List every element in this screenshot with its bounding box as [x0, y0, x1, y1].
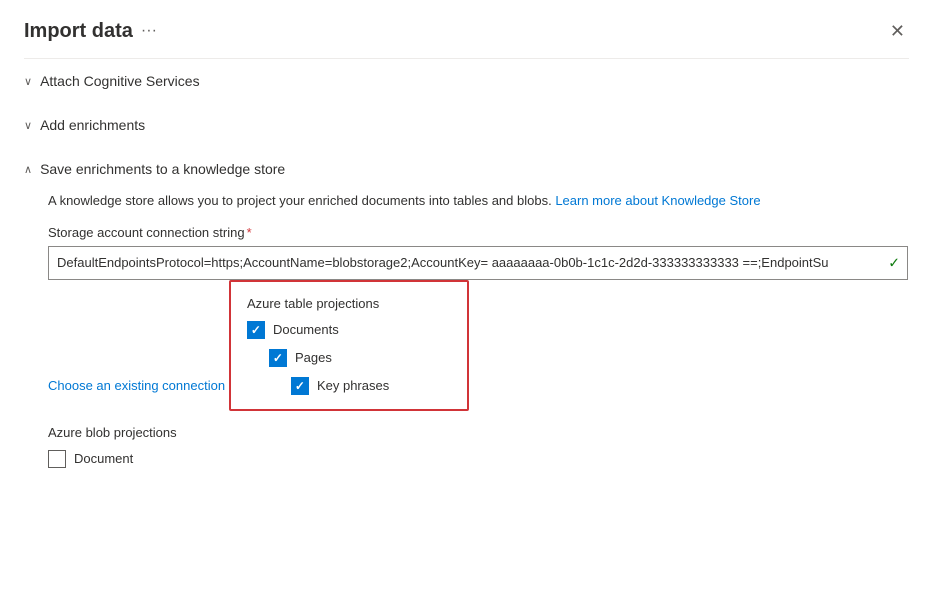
add-enrichments-section: ∨ Add enrichments — [0, 103, 933, 147]
panel-header: Import data ··· ✕ — [0, 0, 933, 58]
azure-blob-title: Azure blob projections — [48, 425, 909, 440]
description-main: A knowledge store allows you to project … — [48, 193, 552, 208]
save-enrichments-header[interactable]: ∧ Save enrichments to a knowledge store — [24, 147, 909, 191]
field-label-text: Storage account connection string — [48, 225, 245, 240]
required-star: * — [247, 225, 252, 240]
attach-cognitive-header[interactable]: ∨ Attach Cognitive Services — [24, 59, 909, 103]
checkbox-key-phrases[interactable]: ✓ — [291, 377, 309, 395]
checkbox-pages[interactable]: ✓ — [269, 349, 287, 367]
save-enrichments-section: ∧ Save enrichments to a knowledge store … — [0, 147, 933, 484]
checkbox-label-documents: Documents — [273, 322, 339, 337]
add-enrichments-header[interactable]: ∨ Add enrichments — [24, 103, 909, 147]
field-label: Storage account connection string* — [48, 225, 909, 240]
learn-more-link[interactable]: Learn more about Knowledge Store — [555, 193, 760, 208]
check-mark-key-phrases: ✓ — [295, 380, 305, 392]
choose-connection-link[interactable]: Choose an existing connection — [48, 378, 225, 393]
checkbox-row-document-blob: Document — [48, 450, 909, 468]
panel-title: Import data — [24, 20, 133, 43]
save-enrichments-label: Save enrichments to a knowledge store — [40, 161, 285, 177]
checkbox-label-key-phrases: Key phrases — [317, 378, 389, 393]
azure-blob-projections-section: Azure blob projections Document — [48, 425, 909, 468]
azure-table-projections-box: Azure table projections ✓ Documents ✓ Pa… — [229, 280, 469, 411]
azure-table-title: Azure table projections — [247, 296, 451, 311]
save-enrichments-content: A knowledge store allows you to project … — [24, 191, 909, 484]
connection-string-input[interactable] — [48, 246, 908, 280]
panel-menu-icon[interactable]: ··· — [141, 22, 157, 40]
attach-cognitive-label: Attach Cognitive Services — [40, 73, 200, 89]
checkbox-documents[interactable]: ✓ — [247, 321, 265, 339]
checkbox-label-document-blob: Document — [74, 451, 133, 466]
close-button[interactable]: ✕ — [886, 18, 909, 44]
input-valid-icon: ✓ — [888, 254, 900, 271]
import-data-panel: Import data ··· ✕ ∨ Attach Cognitive Ser… — [0, 0, 933, 610]
connection-string-wrapper: ✓ — [48, 246, 908, 280]
checkbox-label-pages: Pages — [295, 350, 332, 365]
check-mark-documents: ✓ — [251, 324, 261, 336]
check-mark-pages: ✓ — [273, 352, 283, 364]
checkbox-row-pages: ✓ Pages — [269, 349, 451, 367]
checkbox-document-blob[interactable] — [48, 450, 66, 468]
add-enrichments-label: Add enrichments — [40, 117, 145, 133]
collapse-chevron-save: ∧ — [24, 163, 32, 176]
collapse-chevron-enrichments: ∨ — [24, 119, 32, 132]
collapse-chevron-attach: ∨ — [24, 75, 32, 88]
attach-cognitive-section: ∨ Attach Cognitive Services — [0, 59, 933, 103]
checkbox-row-key-phrases: ✓ Key phrases — [291, 377, 451, 395]
description-text: A knowledge store allows you to project … — [48, 191, 909, 211]
panel-title-area: Import data ··· — [24, 20, 157, 43]
checkbox-row-documents: ✓ Documents — [247, 321, 451, 339]
